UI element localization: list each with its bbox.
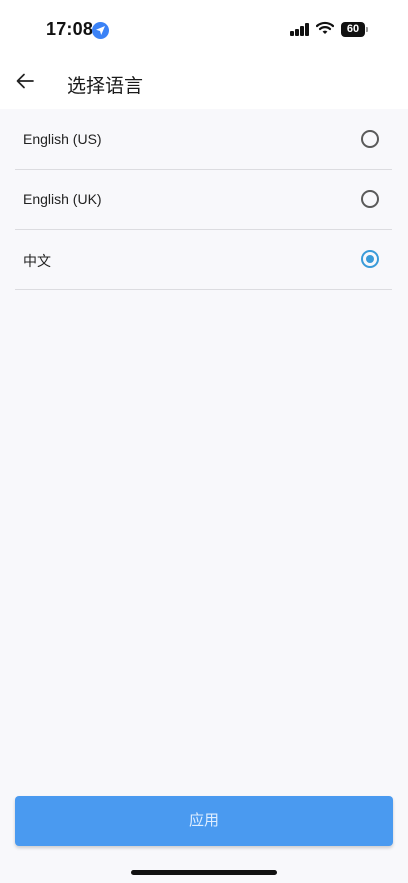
home-indicator (131, 870, 277, 875)
language-label: 中文 (23, 253, 51, 269)
status-bar: 17:08 60 (0, 0, 408, 56)
page-title: 选择语言 (67, 76, 144, 97)
radio-button-selected[interactable] (361, 250, 379, 268)
language-list: English (US) English (UK) 中文 (15, 110, 392, 290)
back-button[interactable] (10, 66, 42, 98)
arrow-left-icon (16, 73, 34, 89)
header: 选择语言 (0, 56, 408, 109)
location-icon (92, 22, 109, 39)
wifi-icon (315, 21, 335, 40)
apply-button[interactable]: 应用 (15, 796, 393, 846)
radio-button[interactable] (361, 130, 379, 148)
language-label: English (US) (23, 131, 102, 147)
language-option-chinese[interactable]: 中文 (15, 230, 392, 290)
language-label: English (UK) (23, 191, 102, 207)
signal-icon (290, 23, 310, 36)
language-option-english-us[interactable]: English (US) (15, 110, 392, 170)
status-time: 17:08 (46, 19, 94, 39)
battery-icon: 60 (341, 22, 365, 37)
language-option-english-uk[interactable]: English (UK) (15, 170, 392, 230)
battery-cap (366, 27, 368, 32)
radio-button[interactable] (361, 190, 379, 208)
